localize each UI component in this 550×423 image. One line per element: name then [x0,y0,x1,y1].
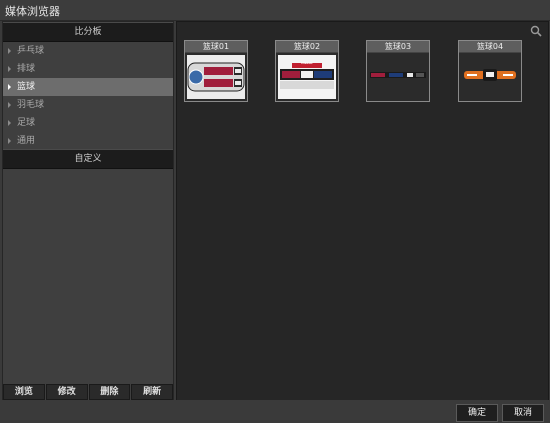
delete-button[interactable]: 删除 [88,384,131,400]
media-grid-panel: 篮球01 篮球02 篮球03 篮球04 [176,21,549,401]
thumbnail-basketball-01[interactable]: 篮球01 [184,40,248,102]
section-header-custom[interactable]: 自定义 [3,149,173,169]
sport-list: 乒乓球 排球 篮球 羽毛球 足球 通用 [3,42,173,150]
category-panel: 比分板 乒乓球 排球 篮球 羽毛球 足球 通用 自定义 浏览 修改 删除 刷新 [2,21,174,401]
sport-item-label: 足球 [17,118,36,128]
chevron-right-icon [8,66,11,72]
sport-item-label: 乒乓球 [17,46,45,56]
browse-button[interactable]: 浏览 [3,384,45,400]
scoreboard-preview [187,55,245,99]
window-title: 媒体浏览器 [5,5,60,18]
dialog-footer: 确定 取消 [0,400,550,423]
chevron-right-icon [8,120,11,126]
sport-item-pingpong[interactable]: 乒乓球 [3,42,173,60]
sport-item-label: 羽毛球 [17,100,45,110]
sport-item-general[interactable]: 通用 [3,132,173,150]
thumbnail-02-banner: Classic Basketball [301,61,313,65]
thumbnail-basketball-02[interactable]: 篮球02 [275,40,339,102]
sport-item-football[interactable]: 足球 [3,114,173,132]
sport-item-badminton[interactable]: 羽毛球 [3,96,173,114]
thumbnail-title: 篮球04 [459,41,521,53]
cancel-button[interactable]: 取消 [502,404,544,422]
sport-item-label: 通用 [17,136,36,146]
sport-item-label: 篮球 [17,82,36,92]
edit-button[interactable]: 修改 [45,384,88,400]
chevron-right-icon [8,138,11,144]
title-bar: 媒体浏览器 [0,0,550,21]
sport-item-volleyball[interactable]: 排球 [3,60,173,78]
scoreboard-preview [369,55,427,99]
thumbnail-basketball-03[interactable]: 篮球03 [366,40,430,102]
section-header-scoreboard[interactable]: 比分板 [3,22,173,42]
refresh-button[interactable]: 刷新 [131,384,173,400]
thumbnail-title: 篮球03 [367,41,429,53]
sport-item-label: 排球 [17,64,36,74]
thumbnail-title: 篮球02 [276,41,338,53]
sidebar-button-bar: 浏览 修改 删除 刷新 [3,384,173,400]
chevron-right-icon [8,102,11,108]
sport-item-basketball[interactable]: 篮球 [3,78,173,96]
ok-button[interactable]: 确定 [456,404,498,422]
scoreboard-preview [461,55,519,99]
chevron-right-icon [8,84,11,90]
thumbnail-basketball-04[interactable]: 篮球04 [458,40,522,102]
thumbnail-title: 篮球01 [185,41,247,53]
search-icon[interactable] [530,25,542,37]
chevron-right-icon [8,48,11,54]
